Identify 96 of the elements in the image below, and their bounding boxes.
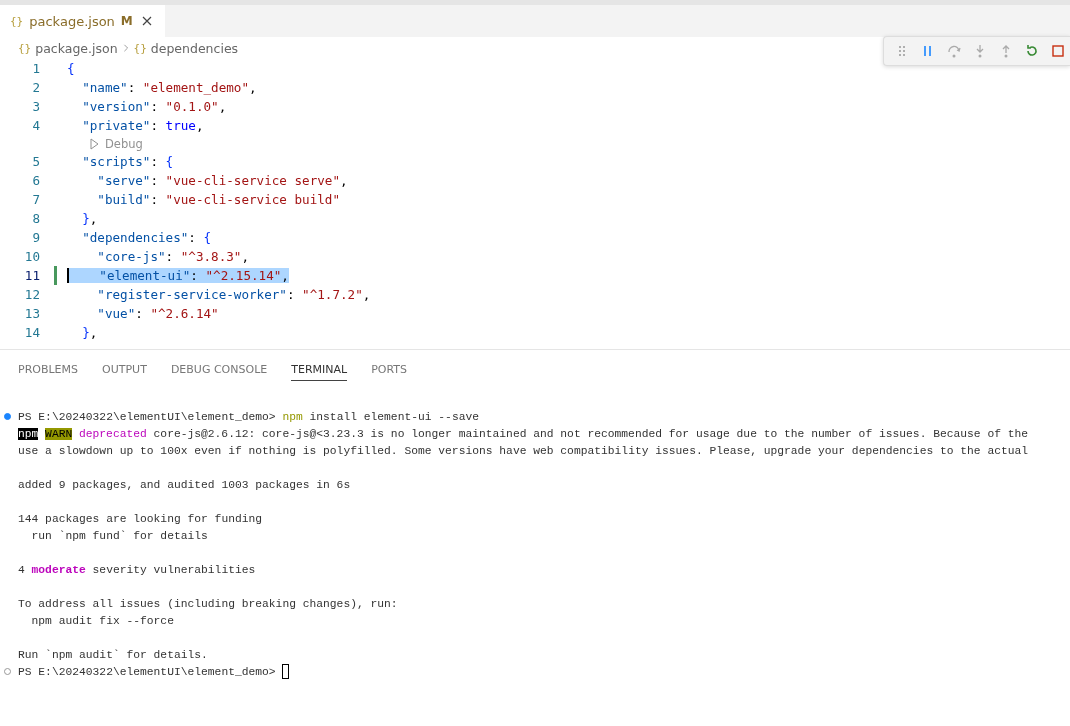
- tab-label: package.json: [29, 13, 115, 29]
- terminal-text: Run `npm audit` for details.: [18, 648, 208, 661]
- debug-link[interactable]: Debug: [105, 136, 143, 151]
- terminal-text: severity vulnerabilities: [91, 563, 256, 576]
- terminal-text: npm: [282, 410, 303, 423]
- line-number: 3: [31, 99, 40, 114]
- code-token: "build": [97, 192, 151, 207]
- panel-tab[interactable]: OUTPUT: [102, 357, 147, 381]
- code-token: "version": [82, 99, 151, 114]
- code-token: :: [190, 268, 198, 283]
- breadcrumb-item[interactable]: package.json: [35, 40, 118, 56]
- code-token: "register-service-worker": [97, 287, 287, 302]
- line-number: 13: [23, 306, 40, 321]
- code-token: "element-ui": [99, 268, 191, 283]
- code-token: "core-js": [97, 249, 166, 264]
- code-token: "vue": [97, 306, 136, 321]
- chevron-icon: [121, 44, 130, 52]
- code-token: ,: [281, 268, 289, 283]
- code-token: "^2.15.14": [205, 268, 282, 283]
- panel-tab[interactable]: PROBLEMS: [18, 357, 79, 381]
- line-number: 4: [31, 118, 40, 133]
- terminal-text: install element-ui --save: [308, 410, 479, 423]
- line-number: 8: [31, 211, 40, 226]
- code-token: "private": [82, 118, 151, 133]
- terminal-text: npm audit fix --force: [30, 614, 174, 627]
- line-number: 6: [31, 173, 40, 188]
- json-icon: {}: [18, 41, 32, 55]
- code-token: {: [165, 154, 174, 169]
- code-token: ,: [89, 211, 98, 226]
- code-token: ,: [249, 80, 257, 95]
- terminal-text: WARN: [45, 427, 73, 440]
- code-token: ,: [89, 325, 98, 340]
- code-token: "^1.7.2": [302, 287, 363, 302]
- line-number: 5: [31, 154, 40, 169]
- code-token: "^3.8.3": [180, 249, 242, 264]
- code-token: {: [203, 230, 212, 245]
- json-icon: {}: [10, 14, 24, 28]
- line-number: 1: [31, 61, 40, 76]
- code-token: :: [188, 230, 196, 245]
- terminal-text: core-js@2.6.12: core-js@<3.23.3 is no longer maintained and not recommended for usage due to the number of issues. Because of the: [152, 427, 1029, 440]
- modified-label: M: [120, 14, 133, 28]
- code-token: ,: [339, 173, 348, 188]
- code-token: "vue-cli-service serve": [165, 173, 340, 188]
- code-token: "element_demo": [142, 80, 249, 95]
- code-token: {: [67, 61, 75, 76]
- code-token: :: [150, 192, 158, 207]
- step-over-icon[interactable]: [946, 43, 962, 59]
- terminal-text: deprecated: [79, 427, 147, 440]
- line-number: 14: [23, 325, 40, 340]
- terminal-text: added 9 packages, and audited 1003 packages in 6s: [18, 478, 351, 491]
- panel-tab[interactable]: DEBUG CONSOLE: [170, 357, 268, 381]
- command-status-icon[interactable]: [4, 413, 11, 420]
- terminal-text: 144 packages are looking for funding: [18, 512, 263, 525]
- code-token: :: [286, 287, 295, 302]
- line-number: 9: [31, 230, 40, 245]
- panel-tab[interactable]: TERMINAL: [291, 357, 348, 381]
- code-token: :: [150, 154, 158, 169]
- terminal-text: PS E:\20240322\elementUI\element_demo>: [18, 410, 277, 423]
- terminal-text: 4: [18, 563, 26, 576]
- code-token: "serve": [97, 173, 151, 188]
- code-token: true: [165, 118, 196, 133]
- code-token: ,: [362, 287, 371, 302]
- code-token: :: [135, 306, 143, 321]
- breadcrumb-item[interactable]: dependencies: [150, 40, 239, 56]
- panel-tab[interactable]: PORTS: [371, 357, 407, 381]
- code-token: :: [150, 99, 158, 114]
- code-token: "name": [82, 80, 128, 95]
- code-token: ,: [218, 99, 227, 114]
- terminal-text: run `npm fund` for details: [30, 529, 208, 542]
- code-token: :: [127, 80, 136, 95]
- code-token: "^2.6.14": [150, 306, 219, 321]
- editor-tab[interactable]: {} package.json M: [0, 5, 165, 37]
- code-token: ,: [195, 118, 204, 133]
- code-token: ,: [241, 249, 249, 264]
- terminal-text: PS E:\20240322\elementUI\element_demo>: [18, 665, 277, 678]
- code-token: "scripts": [82, 154, 151, 169]
- code-token: }: [82, 325, 90, 340]
- line-number: 7: [31, 192, 40, 207]
- restart-icon[interactable]: [1024, 43, 1040, 59]
- json-icon: {}: [133, 41, 147, 55]
- code-token: :: [150, 118, 158, 133]
- terminal-text: To address all issues (including breaking changes), run:: [18, 597, 398, 610]
- code-token: :: [165, 249, 174, 264]
- code-token: :: [150, 173, 158, 188]
- code-token: "0.1.0": [165, 99, 219, 114]
- code-token: "vue-cli-service build": [165, 192, 340, 207]
- terminal-text: use a slowdown up to 100x even if nothing is polyfilled. Some versions have web compatibility issues. Please, upgrade your dependencies to the actual: [18, 444, 1029, 457]
- stop-icon[interactable]: [1050, 43, 1066, 59]
- line-number: 2: [31, 80, 40, 95]
- line-number: 11: [23, 268, 40, 283]
- terminal-text: npm: [18, 427, 39, 440]
- code-token: }: [82, 211, 90, 226]
- line-number: 12: [23, 287, 40, 302]
- terminal-text: moderate: [31, 563, 86, 576]
- line-number: 10: [23, 249, 40, 264]
- code-token: "dependencies": [82, 230, 189, 245]
